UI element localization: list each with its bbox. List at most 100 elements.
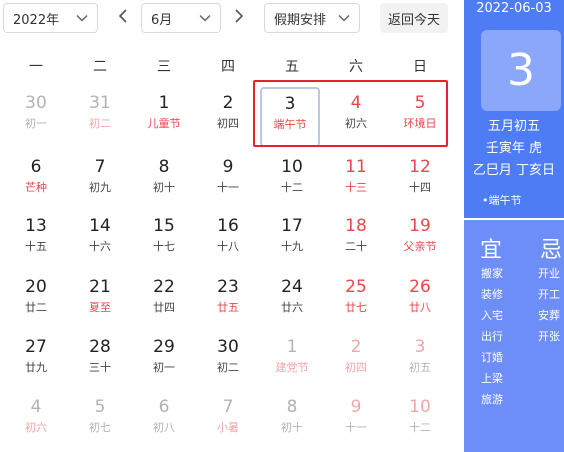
day-number: 8 — [158, 157, 170, 177]
day-cell[interactable]: 13 十五 — [6, 209, 66, 269]
ganzhi-month-day: 乙巳月 丁亥日 — [472, 163, 556, 178]
day-number: 3 — [284, 94, 296, 114]
day-number: 2 — [350, 337, 362, 357]
day-cell[interactable]: 19 父亲节 — [390, 209, 450, 269]
back-to-today-button[interactable]: 返回今天 — [380, 3, 448, 33]
day-cell[interactable]: 4 初六 — [6, 390, 66, 450]
month-select-value: 6月 — [151, 12, 173, 28]
day-cell[interactable]: 7 小暑 — [198, 390, 258, 450]
day-cell[interactable]: 5 环境日 — [390, 86, 450, 146]
selected-day-tile: 3 — [481, 30, 561, 111]
day-cell[interactable]: 24 廿六 — [262, 270, 322, 330]
yi-item: 上梁 — [481, 372, 503, 385]
day-cell[interactable]: 5 初七 — [70, 390, 130, 450]
lunar-label: 初十 — [281, 421, 303, 434]
date-detail-top: 2022-06-03 3 五月初五 壬寅年 虎 乙巳月 丁亥日 •端午节 — [464, 0, 564, 218]
weekday-label: 三 — [157, 59, 171, 75]
day-number: 26 — [409, 277, 431, 297]
lunar-label: 廿九 — [25, 361, 47, 374]
weekday-label: 六 — [349, 59, 363, 75]
day-cell[interactable]: 31 初二 — [70, 86, 130, 146]
day-number: 24 — [281, 277, 303, 297]
next-month-icon[interactable] — [232, 8, 246, 24]
day-number: 5 — [94, 397, 106, 417]
day-cell[interactable]: 9 十一 — [198, 150, 258, 210]
day-cell[interactable]: 22 廿四 — [134, 270, 194, 330]
lunar-label: 初四 — [345, 361, 367, 374]
day-number: 19 — [409, 216, 431, 236]
lunar-label: 初十 — [153, 181, 175, 194]
prev-month-icon[interactable] — [116, 8, 130, 24]
weekday-label: 二 — [93, 59, 107, 75]
day-cell[interactable]: 30 初一 — [6, 86, 66, 146]
day-cell[interactable]: 23 廿五 — [198, 270, 258, 330]
lunar-label: 初一 — [25, 117, 47, 130]
chevron-down-icon — [76, 14, 88, 22]
day-cell[interactable]: 26 廿八 — [390, 270, 450, 330]
day-cell[interactable]: 7 初九 — [70, 150, 130, 210]
month-select[interactable]: 6月 — [141, 3, 221, 33]
day-number: 4 — [30, 397, 42, 417]
lunar-label: 十四 — [409, 181, 431, 194]
lunar-label: 夏至 — [89, 301, 111, 314]
day-number: 29 — [153, 337, 175, 357]
day-cell[interactable]: 12 十四 — [390, 150, 450, 210]
day-number: 5 — [414, 93, 426, 113]
day-cell[interactable]: 29 初一 — [134, 330, 194, 390]
festival-label: •端午节 — [482, 194, 522, 207]
lunar-label: 十二 — [281, 181, 303, 194]
lunar-label: 十一 — [217, 181, 239, 194]
lunar-label: 三十 — [89, 361, 111, 374]
day-cell[interactable]: 27 廿九 — [6, 330, 66, 390]
day-number: 1 — [158, 93, 170, 113]
day-cell[interactable]: 8 初十 — [134, 150, 194, 210]
yi-item: 旅游 — [481, 393, 503, 406]
day-cell[interactable]: 10 十二 — [262, 150, 322, 210]
holiday-select[interactable]: 假期安排 — [264, 3, 360, 33]
weekday-label: 日 — [413, 59, 427, 75]
day-number: 1 — [286, 337, 298, 357]
day-cell[interactable]: 6 芒种 — [6, 150, 66, 210]
chevron-down-icon — [338, 14, 350, 22]
day-cell[interactable]: 1 建党节 — [262, 330, 322, 390]
day-cell-selected[interactable]: 3 端午节 — [260, 87, 320, 147]
day-cell[interactable]: 4 初六 — [326, 86, 386, 146]
day-cell[interactable]: 16 十八 — [198, 209, 258, 269]
day-number: 6 — [30, 157, 42, 177]
lunar-label: 十一 — [345, 421, 367, 434]
day-cell[interactable]: 30 初二 — [198, 330, 258, 390]
day-number: 28 — [89, 337, 111, 357]
day-cell[interactable]: 20 廿二 — [6, 270, 66, 330]
lunar-label: 父亲节 — [403, 240, 437, 253]
day-cell[interactable]: 6 初八 — [134, 390, 194, 450]
day-cell[interactable]: 15 十七 — [134, 209, 194, 269]
year-select[interactable]: 2022年 — [3, 3, 98, 33]
day-cell[interactable]: 9 十一 — [326, 390, 386, 450]
day-number: 9 — [222, 157, 234, 177]
day-cell[interactable]: 1 儿童节 — [134, 86, 194, 146]
lunar-label: 十九 — [281, 240, 303, 253]
lunar-label: 十六 — [89, 240, 111, 253]
day-cell[interactable]: 3 初五 — [390, 330, 450, 390]
day-number: 4 — [350, 93, 362, 113]
day-number: 3 — [414, 337, 426, 357]
day-cell[interactable]: 14 十六 — [70, 209, 130, 269]
day-cell[interactable]: 17 十九 — [262, 209, 322, 269]
day-cell[interactable]: 11 十三 — [326, 150, 386, 210]
yi-item: 入宅 — [481, 309, 503, 322]
lunar-label: 十二 — [409, 421, 431, 434]
day-cell[interactable]: 2 初四 — [326, 330, 386, 390]
day-cell[interactable]: 10 十二 — [390, 390, 450, 450]
day-number: 27 — [25, 337, 47, 357]
yi-item: 装修 — [481, 288, 503, 301]
day-cell[interactable]: 21 夏至 — [70, 270, 130, 330]
day-cell[interactable]: 8 初十 — [262, 390, 322, 450]
yi-title: 宜 — [480, 238, 503, 263]
lunar-label: 十五 — [25, 240, 47, 253]
ganzhi-year: 壬寅年 虎 — [485, 141, 543, 156]
day-cell[interactable]: 28 三十 — [70, 330, 130, 390]
date-detail-panel: 2022-06-03 3 五月初五 壬寅年 虎 乙巳月 丁亥日 •端午节 宜 忌… — [464, 0, 564, 452]
day-cell[interactable]: 25 廿七 — [326, 270, 386, 330]
day-cell[interactable]: 18 二十 — [326, 209, 386, 269]
day-cell[interactable]: 2 初四 — [198, 86, 258, 146]
